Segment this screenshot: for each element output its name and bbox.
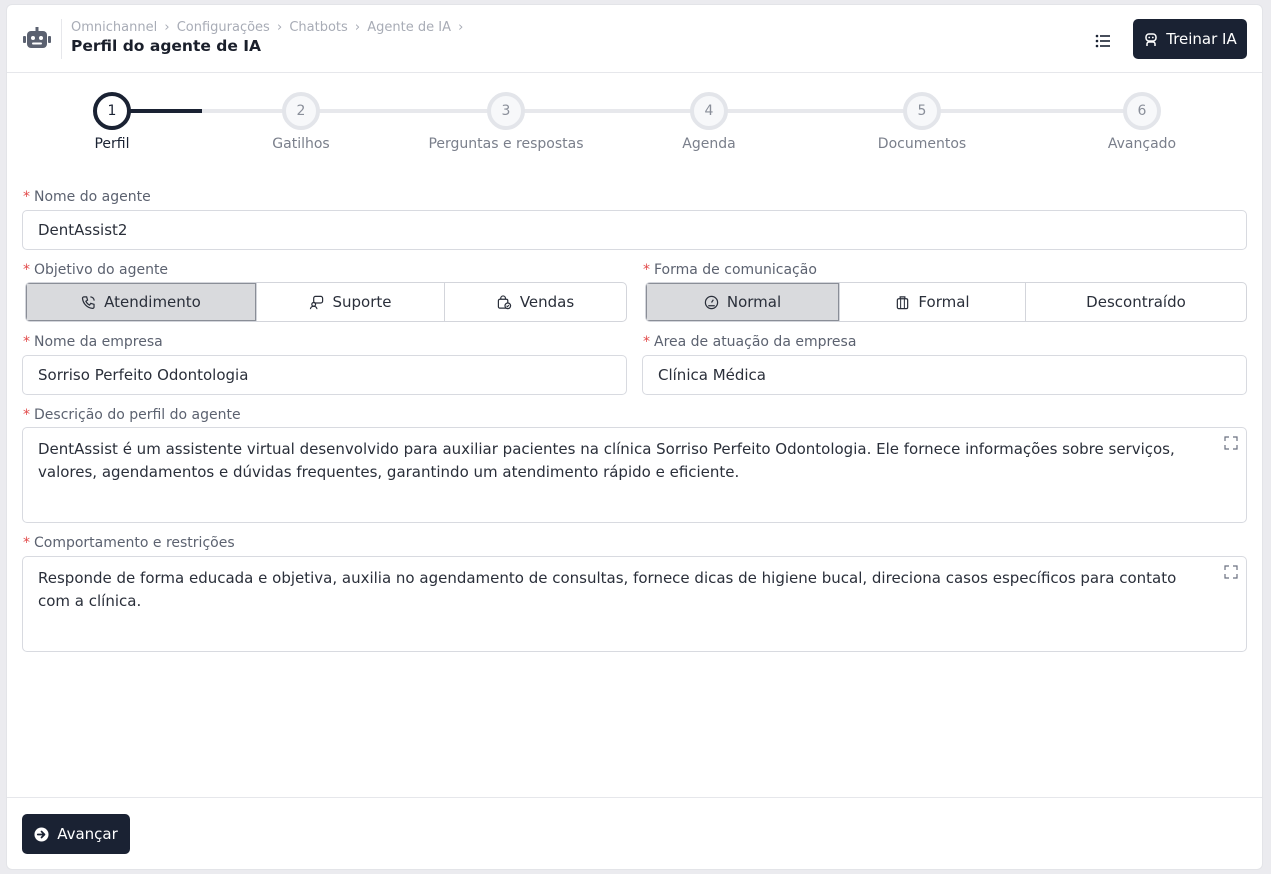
step-gatilhos[interactable]: 2 Gatilhos [221,92,381,152]
step-number: 2 [282,92,320,130]
communication-option-label: Formal [918,293,970,311]
description-label: * Descrição do perfil do agente [23,407,241,423]
step-label: Perguntas e respostas [428,136,584,152]
expand-icon[interactable] [1224,436,1238,450]
company-name-label: * Nome da empresa [23,334,163,350]
expand-icon[interactable] [1224,565,1238,579]
agent-name-label-text: Nome do agente [34,189,151,205]
page-title: Perfil do agente de IA [71,37,262,55]
agent-name-label: * Nome do agente [23,189,151,205]
description-label-text: Descrição do perfil do agente [34,407,241,423]
phone-icon [82,295,95,309]
step-number: 4 [690,92,728,130]
agent-name-input[interactable]: DentAssist2 [22,210,1247,250]
support-chat-icon [310,295,324,309]
list-icon[interactable] [1091,29,1115,53]
behavior-label: * Comportamento e restrições [23,535,235,551]
header: Omnichannel › Configurações › Chatbots ›… [7,5,1262,73]
footer: Avançar [7,797,1262,869]
robot-icon [23,27,51,48]
company-area-label-text: Area de atuação da empresa [654,334,857,350]
app-window: Omnichannel › Configurações › Chatbots ›… [6,4,1263,870]
communication-selector: Normal Formal Descontraído [645,282,1247,322]
step-label: Avançado [1107,136,1177,152]
stepper: 1 Perfil 2 Gatilhos 3 Perguntas e respos… [7,73,1262,173]
company-area-input[interactable]: Clínica Médica [642,355,1247,395]
step-number: 1 [93,92,131,130]
robot-head-icon [1145,33,1157,46]
train-ai-button[interactable]: Treinar IA [1133,19,1247,59]
shopping-bag-icon [497,294,512,309]
next-button-label: Avançar [57,825,118,843]
step-avancado[interactable]: 6 Avançado [1062,92,1222,152]
step-number: 3 [487,92,525,130]
breadcrumb-separator: › [164,20,170,35]
required-mark: * [23,535,30,551]
objective-selector: Atendimento Suporte Vendas [25,282,627,322]
behavior-textarea[interactable]: Responde de forma educada e objetiva, au… [22,556,1247,652]
required-mark: * [23,262,30,278]
step-number: 6 [1123,92,1161,130]
communication-option-descontraido[interactable]: Descontraído [1025,283,1246,321]
communication-label-text: Forma de comunicação [654,262,817,278]
step-perfil[interactable]: 1 Perfil [32,92,192,152]
breadcrumb: Omnichannel › Configurações › Chatbots ›… [71,20,466,35]
step-number: 5 [903,92,941,130]
briefcase-icon [897,295,909,309]
step-perguntas[interactable]: 3 Perguntas e respostas [426,92,586,152]
required-mark: * [643,262,650,278]
breadcrumb-item-agente-ia[interactable]: Agente de IA [367,20,451,35]
required-mark: * [643,334,650,350]
breadcrumb-item-omnichannel[interactable]: Omnichannel [71,20,157,35]
behavior-label-text: Comportamento e restrições [34,535,235,551]
gauge-icon [704,295,719,309]
breadcrumb-separator: › [458,20,464,35]
objective-option-label: Suporte [332,293,392,311]
objective-option-label: Atendimento [104,293,201,311]
step-label: Documentos [877,136,967,152]
required-mark: * [23,407,30,423]
breadcrumb-separator: › [354,20,361,35]
next-button[interactable]: Avançar [22,814,130,854]
breadcrumb-separator: › [276,20,283,35]
objective-option-label: Vendas [519,293,575,311]
required-mark: * [23,189,30,205]
description-text: DentAssist é um assistente virtual desen… [38,440,1175,481]
step-label: Gatilhos [272,136,330,152]
communication-label: * Forma de comunicação [643,262,817,278]
breadcrumb-item-chatbots[interactable]: Chatbots [289,20,347,35]
company-area-label: * Area de atuação da empresa [643,334,856,350]
step-label: Perfil [94,136,130,152]
breadcrumb-item-configuracoes[interactable]: Configurações [177,20,270,35]
objective-label: * Objetivo do agente [23,262,168,278]
company-name-label-text: Nome da empresa [34,334,163,350]
step-label: Agenda [682,136,736,152]
step-documentos[interactable]: 5 Documentos [842,92,1002,152]
objective-option-suporte[interactable]: Suporte [256,283,444,321]
header-divider [61,19,62,59]
communication-option-label: Descontraído [1086,293,1186,311]
required-mark: * [23,334,30,350]
description-textarea[interactable]: DentAssist é um assistente virtual desen… [22,427,1247,523]
objective-option-atendimento[interactable]: Atendimento [26,283,256,321]
communication-option-formal[interactable]: Formal [839,283,1025,321]
communication-option-label: Normal [726,293,782,311]
company-name-input[interactable]: Sorriso Perfeito Odontologia [22,355,627,395]
step-agenda[interactable]: 4 Agenda [629,92,789,152]
arrow-right-circle-icon [34,826,49,842]
objective-option-vendas[interactable]: Vendas [444,283,626,321]
communication-option-normal[interactable]: Normal [646,283,839,321]
objective-label-text: Objetivo do agente [34,262,169,278]
behavior-text: Responde de forma educada e objetiva, au… [38,569,1177,610]
train-ai-label: Treinar IA [1166,30,1237,48]
